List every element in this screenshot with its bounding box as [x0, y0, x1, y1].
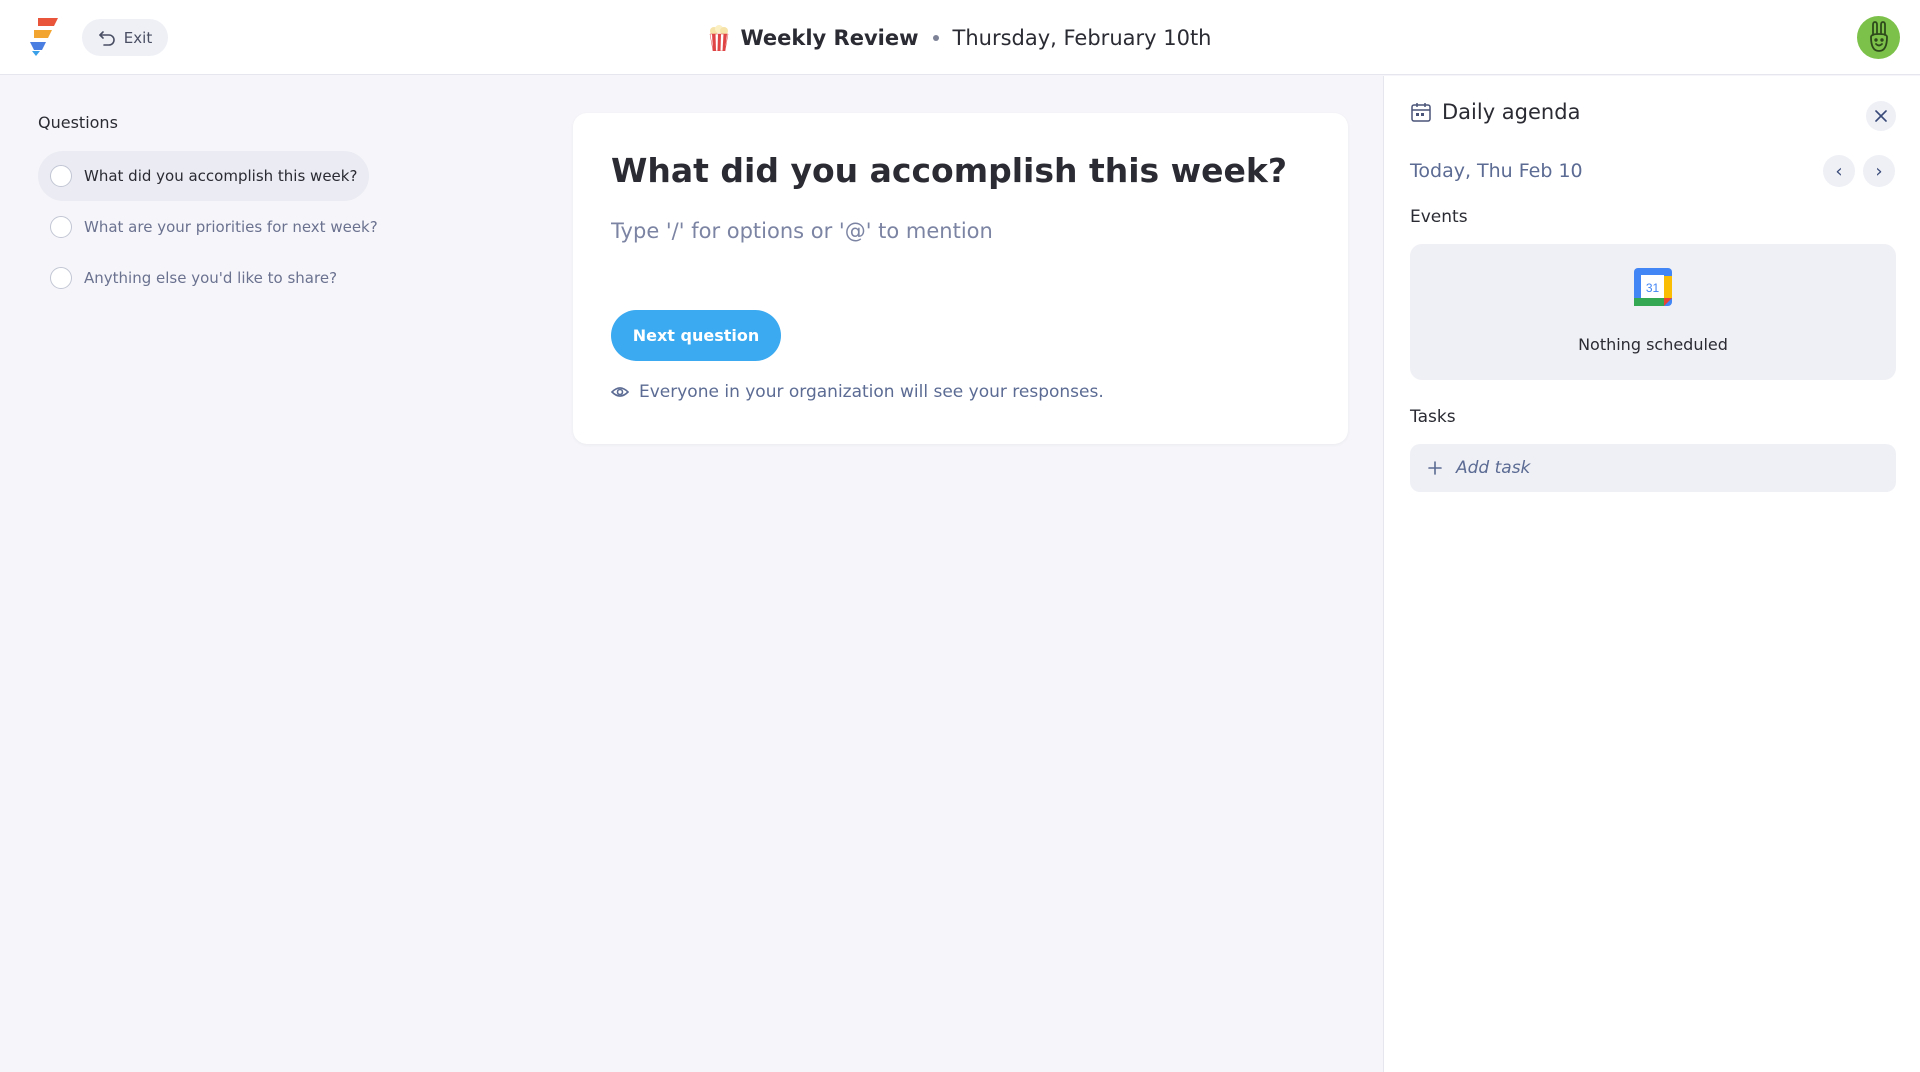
next-day-button[interactable]: › — [1863, 155, 1895, 187]
question-item-anything-else[interactable]: Anything else you'd like to share? — [38, 253, 349, 303]
close-icon — [1875, 110, 1887, 122]
question-radio[interactable] — [50, 216, 72, 238]
calendar-day-number: 31 — [1646, 281, 1660, 295]
question-radio[interactable] — [50, 267, 72, 289]
avatar[interactable] — [1857, 16, 1900, 59]
question-radio[interactable] — [50, 165, 72, 187]
bunny-avatar-icon — [1869, 20, 1888, 52]
tasks-heading: Tasks — [1410, 407, 1456, 427]
page-title-group: Weekly Review Thursday, February 10th — [0, 0, 1920, 75]
previous-day-button[interactable]: ‹ — [1823, 155, 1855, 187]
title-separator — [932, 34, 939, 41]
events-box: 31 Nothing scheduled — [1410, 244, 1896, 380]
add-task-button[interactable]: Add task — [1410, 444, 1896, 492]
answer-input[interactable] — [611, 219, 1311, 243]
question-label: What did you accomplish this week? — [84, 167, 358, 185]
questions-list: What did you accomplish this week? What … — [38, 151, 398, 304]
chevron-left-icon: ‹ — [1835, 160, 1843, 182]
question-item-accomplish[interactable]: What did you accomplish this week? — [38, 151, 370, 201]
questions-heading: Questions — [38, 113, 118, 132]
close-agenda-button[interactable] — [1866, 101, 1896, 131]
calendar-icon — [1411, 103, 1431, 122]
popcorn-icon — [710, 24, 729, 51]
top-header: Exit Weekly Review Thursday, February 10… — [0, 0, 1920, 75]
question-label: Anything else you'd like to share? — [84, 269, 338, 287]
exit-button[interactable]: Exit — [82, 19, 168, 56]
app-logo[interactable] — [30, 18, 60, 56]
daily-agenda-panel: Daily agenda Today, Thu Feb 10 ‹ › Event… — [1383, 76, 1920, 1072]
current-question-heading: What did you accomplish this week? — [611, 151, 1288, 190]
events-heading: Events — [1410, 207, 1468, 227]
agenda-title: Daily agenda — [1442, 100, 1581, 124]
google-calendar-icon: 31 — [1634, 268, 1672, 306]
question-item-priorities[interactable]: What are your priorities for next week? — [38, 202, 390, 252]
exit-label: Exit — [123, 28, 153, 47]
next-question-button[interactable]: Next question — [611, 310, 781, 361]
add-task-label: Add task — [1456, 458, 1531, 478]
empty-events-message: Nothing scheduled — [1578, 335, 1728, 354]
visibility-note: Everyone in your organization will see y… — [611, 382, 1104, 402]
question-card: What did you accomplish this week? Next … — [573, 113, 1348, 444]
question-label: What are your priorities for next week? — [84, 218, 378, 236]
chevron-right-icon: › — [1875, 160, 1883, 182]
agenda-header: Daily agenda — [1410, 100, 1580, 124]
plus-icon — [1428, 461, 1442, 475]
undo-arrow-icon — [98, 30, 115, 46]
visibility-note-text: Everyone in your organization will see y… — [639, 382, 1104, 402]
page-date: Thursday, February 10th — [952, 25, 1212, 50]
eye-icon — [611, 387, 629, 397]
agenda-date: Today, Thu Feb 10 — [1410, 160, 1583, 182]
page-title: Weekly Review — [740, 25, 919, 50]
